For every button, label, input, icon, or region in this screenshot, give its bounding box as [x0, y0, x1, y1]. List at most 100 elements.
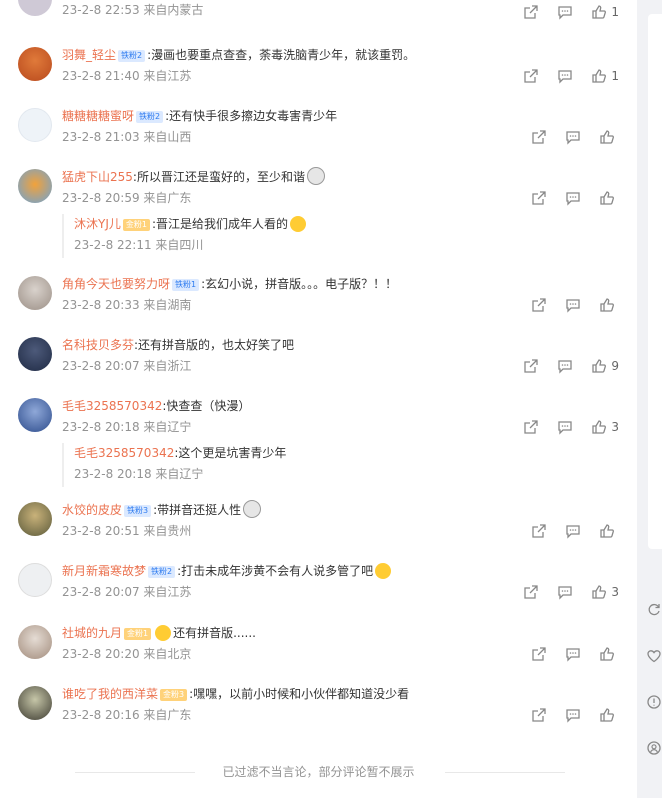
- share-button[interactable]: [531, 523, 547, 539]
- refresh-icon[interactable]: [646, 602, 662, 618]
- share-button[interactable]: [531, 646, 547, 662]
- like-button[interactable]: [599, 523, 619, 539]
- comment-button[interactable]: [557, 584, 573, 600]
- like-button[interactable]: 3: [591, 584, 619, 600]
- avatar[interactable]: [18, 108, 52, 142]
- filter-notice: 已过滤不当言论，部分评论暂不展示: [0, 762, 637, 782]
- like-button[interactable]: [599, 707, 619, 723]
- like-count: 3: [611, 585, 619, 599]
- like-icon: [592, 5, 607, 19]
- user-icon[interactable]: [646, 740, 662, 756]
- username[interactable]: 新月新霜寒故梦: [62, 564, 146, 578]
- comment-item: 羽舞_轻尘 铁粉2:漫画也要重点查查，荼毒洗脑青少年，就该重罚。 23-2-8 2…: [0, 45, 637, 90]
- avatar[interactable]: [18, 169, 52, 203]
- reply-meta: 23-2-8 22:11 来自四川: [74, 238, 204, 252]
- avatar[interactable]: [18, 563, 52, 597]
- username[interactable]: 谁吃了我的西洋菜: [62, 687, 158, 701]
- comment-body: 社城的九月 金粉1 还有拼音版......: [62, 623, 256, 643]
- like-button[interactable]: [599, 190, 619, 206]
- share-button[interactable]: [523, 584, 539, 600]
- share-button[interactable]: [523, 419, 539, 435]
- username[interactable]: 社城的九月: [62, 626, 122, 640]
- avatar[interactable]: [18, 0, 52, 16]
- like-button[interactable]: [599, 646, 619, 662]
- fan-badge[interactable]: 金粉1: [122, 219, 150, 231]
- username[interactable]: 水饺的皮皮: [62, 503, 122, 517]
- comment-icon: [566, 131, 580, 145]
- like-icon: [600, 191, 614, 205]
- comment-text: :还有快手很多擦边女毒害青少年: [165, 109, 338, 123]
- avatar[interactable]: [18, 47, 52, 81]
- username[interactable]: 羽舞_轻尘: [62, 48, 116, 62]
- comment-button[interactable]: [565, 646, 581, 662]
- like-button[interactable]: [599, 129, 619, 145]
- username[interactable]: 名科技贝多芬: [62, 338, 134, 352]
- share-button[interactable]: [531, 190, 547, 206]
- fan-badge[interactable]: 铁粉2: [118, 50, 146, 62]
- like-button[interactable]: 9: [591, 358, 619, 374]
- fan-badge[interactable]: 铁粉2: [136, 111, 164, 123]
- share-button[interactable]: [523, 4, 539, 20]
- like-icon: [592, 585, 607, 599]
- username[interactable]: 糖糖糖糖蜜呀: [62, 109, 134, 123]
- comment-body: 糖糖糖糖蜜呀 铁粉2:还有快手很多擦边女毒害青少年: [62, 106, 337, 126]
- comment-button[interactable]: [565, 297, 581, 313]
- fan-badge[interactable]: 铁粉3: [124, 505, 152, 517]
- share-button[interactable]: [531, 297, 547, 313]
- fan-badge[interactable]: 铁粉1: [172, 279, 200, 291]
- comment-text: :快查查（快漫）: [162, 399, 251, 413]
- fan-badge[interactable]: 金粉3: [160, 689, 188, 701]
- comment-item: 角角今天也要努力呀 铁粉1:玄幻小说，拼音版。。。电子版？！！ 23-2-8 20…: [0, 274, 637, 319]
- fan-badge[interactable]: 铁粉2: [148, 566, 176, 578]
- emoji-icon: [306, 167, 325, 185]
- username[interactable]: 毛毛3258570342: [74, 446, 174, 460]
- comment-button[interactable]: [557, 68, 573, 84]
- like-count: 1: [611, 5, 619, 19]
- like-icon: [600, 524, 614, 538]
- comment-icon: [558, 360, 573, 374]
- comment-item: 社城的九月 金粉1 还有拼音版...... 23-2-8 20:20 来自北京: [0, 623, 637, 668]
- comment-icon: [566, 648, 580, 662]
- share-icon: [532, 647, 546, 661]
- comment-body: 角角今天也要努力呀 铁粉1:玄幻小说，拼音版。。。电子版？！！: [62, 274, 397, 294]
- alert-icon[interactable]: [646, 694, 662, 710]
- share-button[interactable]: [531, 129, 547, 145]
- avatar[interactable]: [18, 686, 52, 720]
- fan-badge[interactable]: 金粉1: [124, 628, 152, 640]
- share-button[interactable]: [531, 707, 547, 723]
- like-count: 3: [611, 420, 619, 434]
- heart-icon[interactable]: [646, 648, 662, 664]
- comment-button[interactable]: [565, 707, 581, 723]
- comment-meta: 23-2-8 20:16 来自广东: [62, 708, 192, 722]
- avatar[interactable]: [18, 398, 52, 432]
- username[interactable]: 毛毛3258570342: [62, 399, 162, 413]
- username[interactable]: 角角今天也要努力呀: [62, 277, 170, 291]
- avatar[interactable]: [18, 625, 52, 659]
- comment-text: :所以晋江还是蛮好的，至少和谐: [132, 170, 305, 184]
- like-button[interactable]: [599, 297, 619, 313]
- comment-button[interactable]: [565, 190, 581, 206]
- like-button[interactable]: 1: [591, 4, 619, 20]
- share-button[interactable]: [523, 68, 539, 84]
- comment-icon: [558, 421, 573, 435]
- comment-meta: 23-2-8 20:07 来自江苏: [62, 585, 192, 599]
- comment-text: :带拼音还挺人性: [153, 503, 242, 517]
- like-button[interactable]: 3: [591, 419, 619, 435]
- comment-button[interactable]: [557, 419, 573, 435]
- username[interactable]: 沐沐YJ儿: [74, 217, 121, 231]
- avatar[interactable]: [18, 337, 52, 371]
- comment-icon: [558, 586, 573, 600]
- emoji-icon: [155, 625, 172, 641]
- comment-item: 新月新霜寒故梦 铁粉2:打击未成年涉黄不会有人说多管了吧 23-2-8 20:07…: [0, 561, 637, 606]
- comment-button[interactable]: [557, 358, 573, 374]
- share-button[interactable]: [523, 358, 539, 374]
- comment-button[interactable]: [565, 129, 581, 145]
- avatar[interactable]: [18, 502, 52, 536]
- username[interactable]: 猛虎下山255: [62, 170, 133, 184]
- like-icon: [600, 647, 614, 661]
- comment-button[interactable]: [565, 523, 581, 539]
- comment-button[interactable]: [557, 4, 573, 20]
- like-button[interactable]: 1: [591, 68, 619, 84]
- share-icon: [524, 359, 539, 373]
- avatar[interactable]: [18, 276, 52, 310]
